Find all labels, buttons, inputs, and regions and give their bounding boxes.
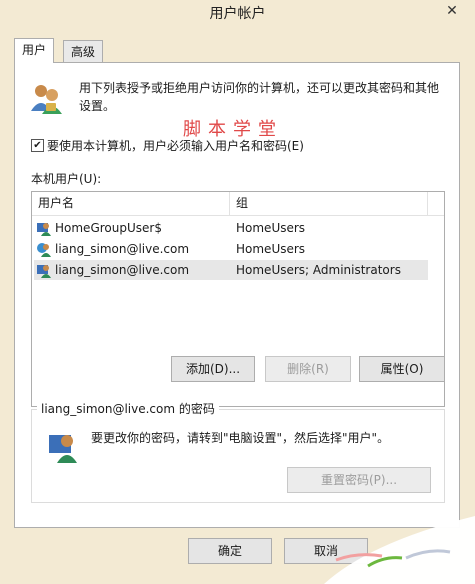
row-group: HomeUsers <box>236 221 306 235</box>
require-login-checkbox[interactable]: ✔ <box>31 139 44 152</box>
table-row-selected[interactable]: liang_simon@live.com HomeUsers; Administ… <box>34 260 428 280</box>
user-online-icon <box>37 243 51 257</box>
intro-text: 用下列表授予或拒绝用户访问你的计算机，还可以更改其密码和其他设置。 <box>79 81 440 113</box>
table-row[interactable]: HomeGroupUser$ HomeUsers <box>34 218 428 238</box>
column-header-group[interactable]: 组 <box>230 192 428 215</box>
require-login-label[interactable]: 要使用本计算机，用户必须输入用户名和密码(E) <box>47 137 304 154</box>
password-instructions: 要更改你的密码，请转到"电脑设置"，然后选择"用户"。 <box>91 431 390 445</box>
title-bar: 用户帐户 ✕ <box>0 0 475 30</box>
user-password-icon <box>49 435 77 463</box>
tab-users-label: 用户 <box>22 43 47 57</box>
tab-users[interactable]: 用户 <box>14 38 55 63</box>
window-title: 用户帐户 <box>209 6 266 22</box>
tab-advanced[interactable]: 高级 <box>63 40 104 63</box>
users-icon <box>31 85 62 114</box>
row-group: HomeUsers; Administrators <box>236 263 401 277</box>
reset-password-button[interactable]: 重置密码(P)... <box>287 467 431 493</box>
list-header: 用户名 组 <box>32 192 444 216</box>
users-tab-panel: 用下列表授予或拒绝用户访问你的计算机，还可以更改其密码和其他设置。 脚本学堂 ✔… <box>14 62 460 528</box>
row-username: HomeGroupUser$ <box>55 221 162 235</box>
add-user-button[interactable]: 添加(D)... <box>171 356 255 382</box>
checkmark-icon: ✔ <box>33 140 42 151</box>
user-icon <box>37 265 51 278</box>
corner-decoration-graphic <box>324 516 475 584</box>
user-icon <box>37 223 51 236</box>
table-row[interactable]: liang_simon@live.com HomeUsers <box>34 239 428 259</box>
local-users-label: 本机用户(U): <box>31 172 102 186</box>
close-button[interactable]: ✕ <box>437 1 467 21</box>
tab-advanced-label: 高级 <box>71 45 96 59</box>
properties-button[interactable]: 属性(O) <box>359 356 445 382</box>
row-username: liang_simon@live.com <box>55 263 190 277</box>
column-header-username[interactable]: 用户名 <box>32 192 230 215</box>
row-group: HomeUsers <box>236 242 306 256</box>
password-group-title: liang_simon@live.com 的密码 <box>37 400 219 417</box>
remove-user-button[interactable]: 删除(R) <box>265 356 351 382</box>
ok-button[interactable]: 确定 <box>188 538 272 564</box>
row-username: liang_simon@live.com <box>55 242 190 256</box>
